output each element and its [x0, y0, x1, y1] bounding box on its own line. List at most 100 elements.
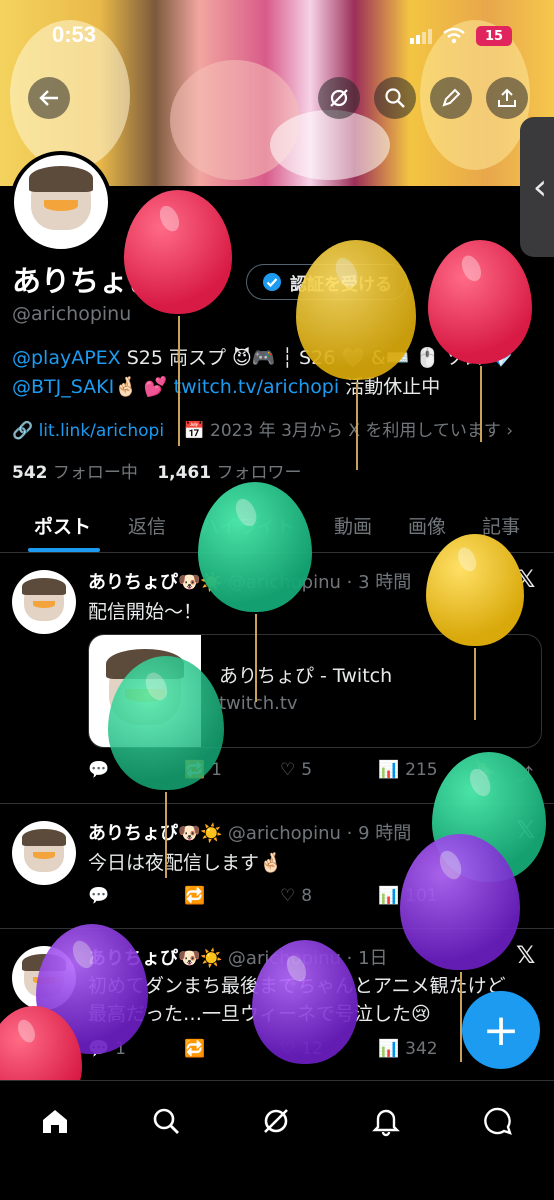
post-meta: @arichopinu · 1日 — [227, 948, 388, 969]
follow-stats: 542 フォロー中 1,461 フォロワー — [12, 458, 302, 483]
following-link[interactable]: 542 フォロー中 — [12, 463, 138, 483]
nav-explore[interactable] — [148, 1103, 184, 1139]
views-button[interactable]: 📊 342 — [378, 1039, 438, 1059]
views-icon: 📊 — [378, 1039, 400, 1059]
bookmark-icon: 🔖 — [474, 760, 496, 780]
views-icon: 📊 — [378, 760, 400, 780]
post-author-name[interactable]: ありちょぴ🐶☀️ — [88, 572, 223, 593]
wifi-icon — [443, 27, 465, 44]
avatar-art — [21, 828, 67, 873]
post-avatar[interactable] — [12, 946, 76, 1010]
view-count: 215 — [405, 760, 438, 780]
post-text-line-1: 初めてダンまち最後までちゃんとアニメ観たけど — [88, 975, 506, 997]
active-tab-indicator — [28, 548, 100, 552]
reply-icon: 💬 — [88, 760, 110, 780]
views-button[interactable]: 📊 101 — [378, 886, 438, 906]
banner-art — [270, 110, 390, 180]
tab-replies[interactable]: 返信 — [128, 512, 166, 539]
bio-line-1: @playAPEX S25 両スプ 😈🎮 ┆ S26 🖤 &⌨️ 🖱️ ソロ 💎 — [12, 344, 552, 372]
bio-mention-link[interactable]: @playAPEX — [12, 347, 121, 369]
back-button[interactable] — [28, 77, 70, 119]
bio-line-2: @BTJ_SAKI🤞🏻 💕 twitch.tv/arichopi 活動休止中 — [12, 373, 552, 401]
website-link[interactable]: lit.link/arichopi — [39, 421, 164, 441]
tab-articles[interactable]: 記事 — [482, 512, 520, 539]
followers-link[interactable]: 1,461 フォロワー — [157, 463, 301, 483]
like-count: 12 — [301, 1039, 323, 1059]
tab-videos[interactable]: 動画 — [334, 512, 372, 539]
compose-button[interactable]: + — [462, 991, 540, 1069]
calendar-icon: 📅 — [183, 421, 205, 441]
search-button[interactable] — [374, 77, 416, 119]
views-icon: 📊 — [378, 886, 400, 906]
grok-button[interactable] — [318, 77, 360, 119]
nav-home[interactable] — [37, 1103, 73, 1139]
signal-icon — [410, 29, 432, 44]
nav-grok[interactable] — [258, 1103, 294, 1139]
repost-button[interactable]: 🔁 — [184, 886, 211, 906]
bio-url-link[interactable]: twitch.tv/arichopi — [174, 376, 340, 398]
post-author-name[interactable]: ありちょぴ🐶☀️ — [88, 823, 223, 844]
reply-button[interactable]: 💬 — [88, 886, 115, 906]
notifications-icon — [372, 1109, 400, 1137]
repost-icon: 🔁 — [184, 886, 206, 906]
view-count: 342 — [405, 1039, 438, 1059]
profile-name: ありちょぴ 🐶☀️ — [12, 258, 227, 300]
repost-button[interactable]: 🔁 — [184, 1039, 211, 1059]
share-icon: ⤴ — [516, 765, 533, 785]
get-verified-button[interactable]: 認証を受ける — [246, 264, 408, 300]
post-header: ありちょぴ🐶☀️ @arichopinu · 3 時間 — [88, 568, 411, 594]
post-text: 今日は夜配信します🤞🏻 — [88, 852, 283, 874]
share-post-button[interactable]: ⤴ — [516, 760, 533, 785]
side-panel-handle[interactable]: ‹ — [520, 117, 554, 257]
bio-mention-link[interactable]: @BTJ_SAKI — [12, 376, 114, 398]
bookmark-button[interactable]: 🔖 — [474, 760, 495, 780]
avatar-art — [28, 166, 94, 231]
repost-button[interactable]: 🔁 1 — [184, 760, 222, 780]
edit-button[interactable] — [430, 77, 472, 119]
post-item[interactable]: ありちょぴ🐶☀️ @arichopinu · 9 時間 𝕏 今日は夜配信します🤞… — [0, 804, 554, 929]
like-count: 5 — [301, 760, 313, 780]
like-button[interactable]: ♡ 5 — [280, 760, 312, 780]
like-button[interactable]: ♡ 12 — [280, 1039, 323, 1059]
tab-highlights[interactable]: ハイライト — [200, 512, 295, 539]
nav-messages[interactable] — [480, 1103, 516, 1139]
tab-posts[interactable]: ポスト — [34, 512, 91, 539]
bio-text: 活動休止中 — [339, 376, 441, 398]
share-button[interactable] — [486, 77, 528, 119]
profile-meta: 🔗 lit.link/arichopi 📅 2023 年 3月から X を利用し… — [12, 416, 513, 441]
followers-label: フォロワー — [211, 463, 302, 483]
like-count: 8 — [301, 886, 313, 906]
joined-date[interactable]: 2023 年 3月から X を利用しています — [210, 421, 501, 441]
reply-count: 1 — [115, 1039, 126, 1059]
post-meta: @arichopinu · 3 時間 — [227, 572, 412, 593]
profile-handle: @arichopinu — [12, 303, 132, 325]
like-button[interactable]: ♡ 8 — [280, 886, 312, 906]
home-icon — [43, 1110, 67, 1133]
reply-button[interactable]: 💬 — [88, 760, 115, 780]
post-avatar[interactable] — [12, 570, 76, 634]
profile-name-text: ありちょぴ — [12, 264, 158, 298]
reply-icon: 💬 — [88, 1039, 110, 1059]
views-button[interactable]: 📊 215 — [378, 760, 438, 780]
profile-tabs: ポスト 返信 ハイライト 動画 画像 記事 — [0, 500, 554, 553]
x-logo-icon: 𝕏 — [516, 565, 536, 593]
profile-avatar[interactable] — [10, 151, 112, 253]
avatar-art — [21, 577, 67, 622]
post-author-name[interactable]: ありちょぴ🐶☀️ — [88, 948, 223, 969]
chevron-right-icon: › — [506, 421, 514, 441]
repost-icon: 🔁 — [184, 760, 206, 780]
post-header: ありちょぴ🐶☀️ @arichopinu · 1日 — [88, 944, 388, 970]
view-count: 101 — [405, 886, 438, 906]
bio-text: S25 両スプ 😈🎮 ┆ S26 🖤 &⌨️ 🖱️ ソロ 💎 — [120, 347, 513, 369]
get-verified-label: 認証を受ける — [290, 274, 392, 295]
followers-count: 1,461 — [157, 463, 212, 483]
share-icon — [498, 88, 516, 107]
nav-notifications[interactable] — [368, 1103, 404, 1139]
repost-icon: 🔁 — [184, 1039, 206, 1059]
link-card[interactable]: ありちょぴ - Twitch twitch.tv — [88, 634, 542, 748]
reply-button[interactable]: 💬 1 — [88, 1039, 126, 1059]
tab-media[interactable]: 画像 — [408, 512, 446, 539]
x-logo-icon: 𝕏 — [516, 941, 536, 969]
post-avatar[interactable] — [12, 821, 76, 885]
search-icon — [385, 88, 405, 108]
